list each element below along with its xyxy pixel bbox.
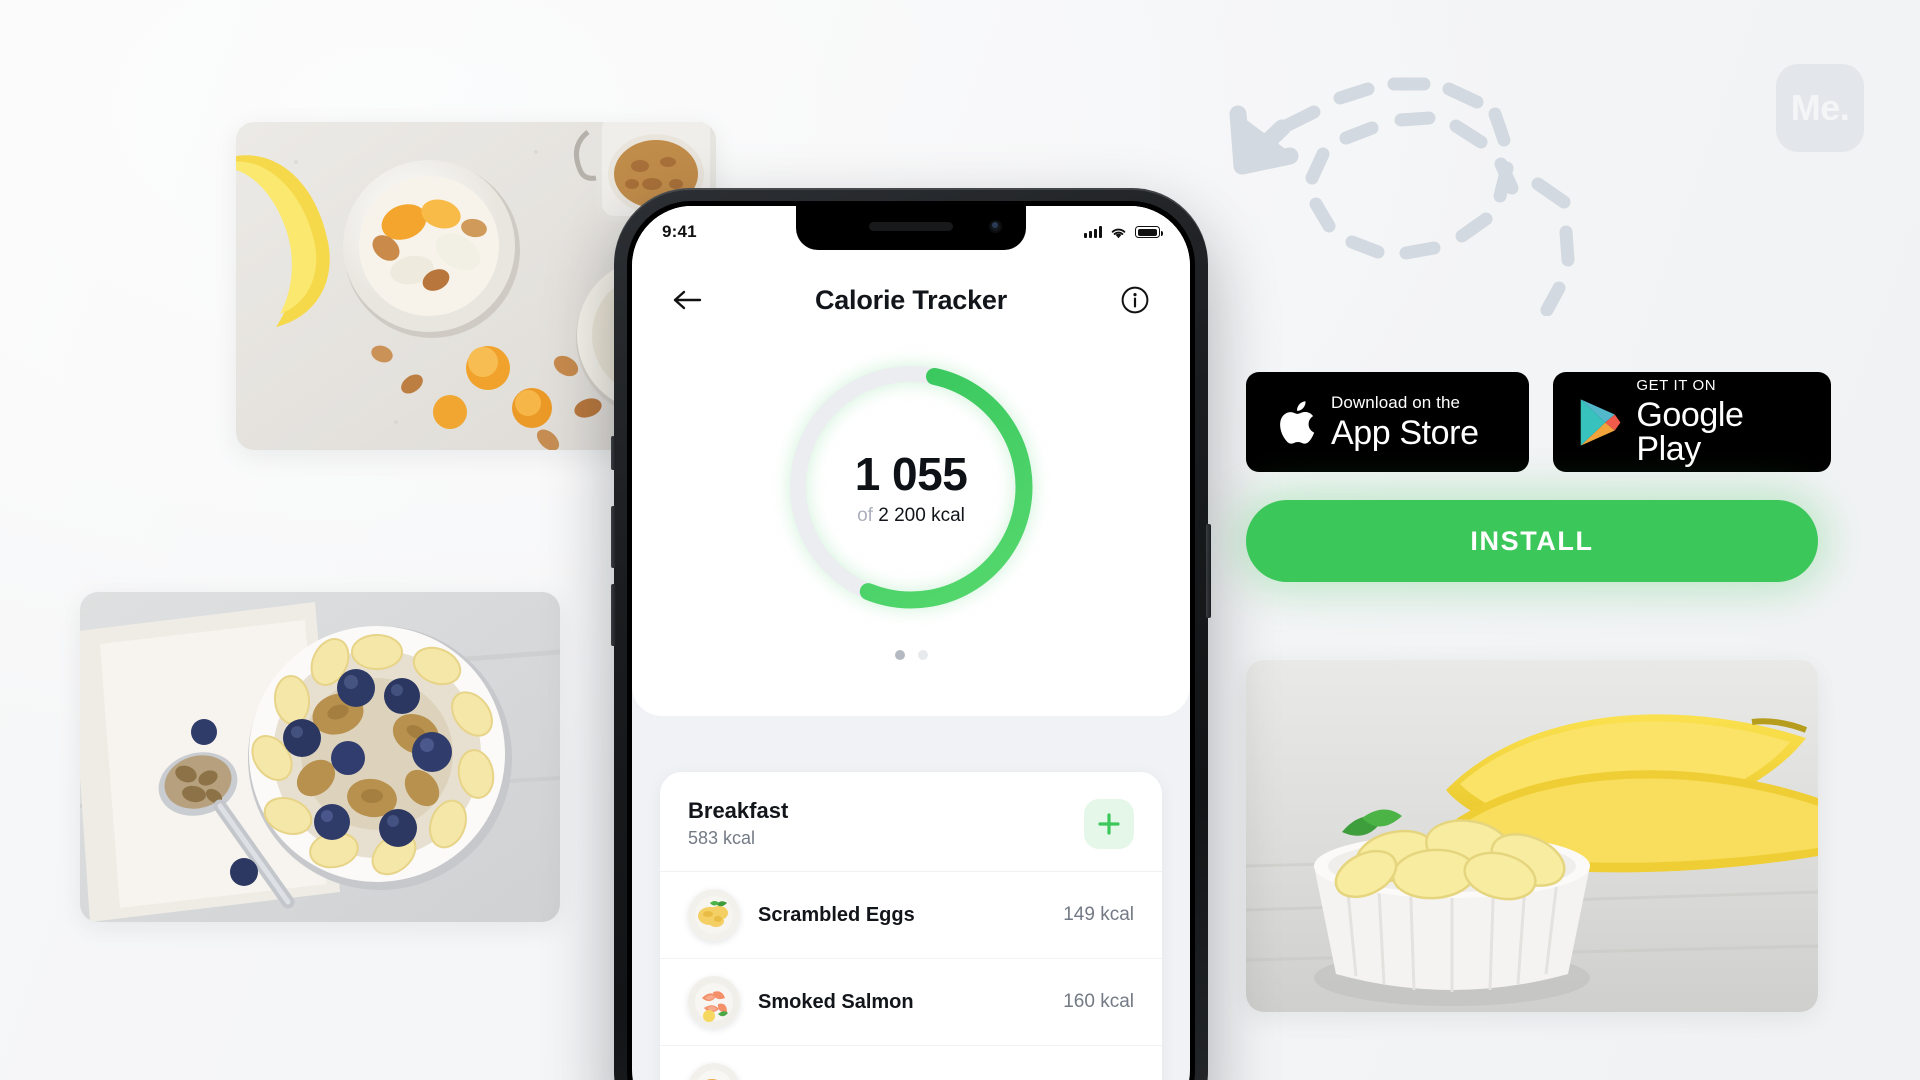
google-play-badge-small: GET IT ON — [1636, 377, 1717, 394]
back-button[interactable] — [666, 279, 708, 321]
food-kcal: 160 kcal — [1063, 991, 1134, 1012]
food-name: Scrambled Eggs — [758, 903, 915, 926]
meal-header: Breakfast 583 kcal — [660, 772, 1162, 872]
app-bar: Calorie Tracker — [632, 268, 1190, 332]
status-icons — [1084, 226, 1163, 239]
plus-icon — [1098, 812, 1120, 835]
promo-screen: Me. 9:41 Calorie Tracker 1 055 of 2 200 … — [0, 0, 1920, 1080]
photo-banana-bowl — [1246, 660, 1818, 1012]
phone-notch — [796, 206, 1026, 250]
page-title: Calorie Tracker — [814, 284, 1008, 315]
photo-oatmeal-bowl — [80, 592, 560, 922]
battery-icon — [1135, 226, 1163, 238]
food-kcal: 149 kcal — [1063, 904, 1134, 925]
app-store-badge-big: App Store — [1331, 414, 1479, 452]
apple-logo-icon — [1280, 400, 1315, 444]
app-store-badge-small: Download on the — [1331, 393, 1461, 412]
phone-screen: 9:41 Calorie Tracker 1 055 of 2 200 kcal… — [632, 206, 1190, 1080]
arrow-left-icon — [673, 290, 702, 310]
dashed-loop-arrow-icon — [1216, 56, 1596, 317]
pager-dot-1[interactable] — [894, 650, 905, 660]
google-play-badge-text: GET IT ON Google Play — [1636, 378, 1807, 466]
info-button[interactable] — [1114, 279, 1156, 321]
third-food-thumb — [688, 1063, 740, 1080]
phone-power-button[interactable] — [1206, 524, 1211, 618]
status-time: 9:41 — [662, 222, 697, 241]
food-name: Smoked Salmon — [758, 990, 914, 1013]
google-play-icon — [1580, 398, 1621, 446]
list-item[interactable]: Scrambled Eggs 149 kcal — [660, 872, 1162, 959]
phone-bezel: 9:41 Calorie Tracker 1 055 of 2 200 kcal… — [627, 201, 1195, 1080]
earpiece-speaker-icon — [869, 222, 953, 231]
calorie-ring: 1 055 of 2 200 kcal — [780, 356, 1042, 618]
list-item[interactable] — [660, 1046, 1162, 1080]
scrambled-eggs-thumb — [688, 889, 740, 941]
phone-volume-up-button[interactable] — [611, 506, 616, 568]
smoked-salmon-thumb — [688, 976, 740, 1028]
google-play-badge[interactable]: GET IT ON Google Play — [1553, 372, 1831, 472]
meal-name: Breakfast — [688, 798, 789, 823]
app-store-badge[interactable]: Download on the App Store — [1246, 372, 1529, 472]
summary-card: 9:41 Calorie Tracker 1 055 of 2 200 kcal — [632, 206, 1190, 716]
wifi-icon — [1111, 228, 1126, 238]
front-camera-icon — [989, 220, 1002, 233]
list-item[interactable]: Smoked Salmon 160 kcal — [660, 959, 1162, 1046]
calorie-goal: of 2 200 kcal — [857, 505, 965, 527]
pager-dots[interactable] — [632, 650, 1190, 660]
add-food-button[interactable] — [1084, 798, 1134, 849]
signal-bars-icon — [1084, 226, 1102, 238]
phone-mockup: 9:41 Calorie Tracker 1 055 of 2 200 kcal… — [611, 188, 1211, 1080]
install-button[interactable]: INSTALL — [1246, 500, 1818, 582]
meal-header-text: Breakfast 583 kcal — [688, 798, 788, 849]
calorie-value: 1 055 — [854, 448, 968, 500]
phone-volume-down-button[interactable] — [611, 584, 616, 646]
calorie-ring-wrapper: 1 055 of 2 200 kcal — [632, 356, 1190, 618]
meals-card: Breakfast 583 kcal Scrambled Eggs 149 kc… — [660, 772, 1162, 1080]
phone-mute-switch[interactable] — [611, 436, 616, 470]
calorie-goal-value: 2 200 kcal — [878, 505, 965, 526]
brand-logo-text: Me. — [1790, 87, 1850, 128]
pager-dot-2[interactable] — [917, 650, 928, 660]
meal-total-kcal: 583 kcal — [688, 828, 756, 848]
app-store-badge-text: Download on the App Store — [1331, 394, 1479, 450]
calorie-goal-prefix: of — [857, 505, 873, 526]
info-circle-icon — [1121, 286, 1149, 314]
store-badges: Download on the App Store GET IT ON Goog… — [1246, 372, 1831, 472]
brand-logo: Me. — [1776, 64, 1864, 152]
google-play-badge-big: Google Play — [1636, 396, 1744, 468]
calorie-ring-center: 1 055 of 2 200 kcal — [780, 356, 1042, 618]
